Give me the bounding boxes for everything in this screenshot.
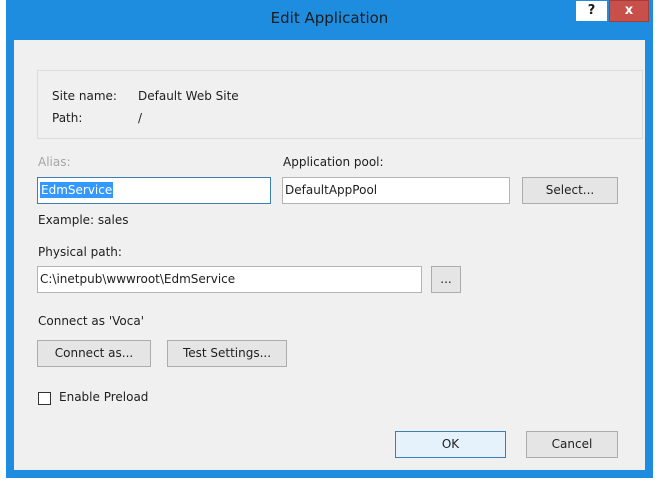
alias-input-value: EdmService	[40, 182, 114, 198]
connect-as-status: Connect as 'Voca'	[38, 314, 145, 328]
select-pool-button[interactable]: Select...	[522, 177, 618, 204]
site-info-box: Site name: Default Web Site Path: /	[37, 70, 643, 139]
ok-button[interactable]: OK	[395, 431, 506, 458]
test-settings-button[interactable]: Test Settings...	[167, 340, 287, 367]
edit-application-dialog: Edit Application ? x Site name: Default …	[6, 0, 653, 478]
site-name-label: Site name:	[52, 89, 117, 103]
physical-path-label: Physical path:	[38, 245, 122, 259]
browse-button[interactable]: ...	[431, 266, 461, 293]
enable-preload-label[interactable]: Enable Preload	[59, 390, 148, 404]
path-value: /	[138, 111, 143, 125]
cancel-button[interactable]: Cancel	[526, 431, 618, 458]
dialog-body: Site name: Default Web Site Path: / Alia…	[14, 40, 645, 470]
help-button[interactable]: ?	[575, 0, 608, 22]
close-button[interactable]: x	[609, 0, 649, 22]
physical-path-value: C:\inetpub\wwwroot\EdmService	[40, 272, 236, 286]
enable-preload-checkbox[interactable]	[38, 392, 51, 405]
alias-example: Example: sales	[38, 213, 129, 227]
connect-as-button[interactable]: Connect as...	[37, 340, 151, 367]
alias-label: Alias:	[38, 155, 71, 169]
application-pool-label: Application pool:	[283, 155, 384, 169]
site-name-value: Default Web Site	[138, 89, 239, 103]
path-label: Path:	[52, 111, 83, 125]
physical-path-input[interactable]: C:\inetpub\wwwroot\EdmService	[37, 266, 422, 293]
alias-input[interactable]: EdmService	[37, 177, 271, 204]
application-pool-input[interactable]: DefaultAppPool	[282, 177, 510, 204]
application-pool-value: DefaultAppPool	[285, 183, 378, 197]
dialog-title: Edit Application	[270, 9, 389, 27]
title-bar[interactable]: Edit Application ? x	[6, 0, 653, 40]
